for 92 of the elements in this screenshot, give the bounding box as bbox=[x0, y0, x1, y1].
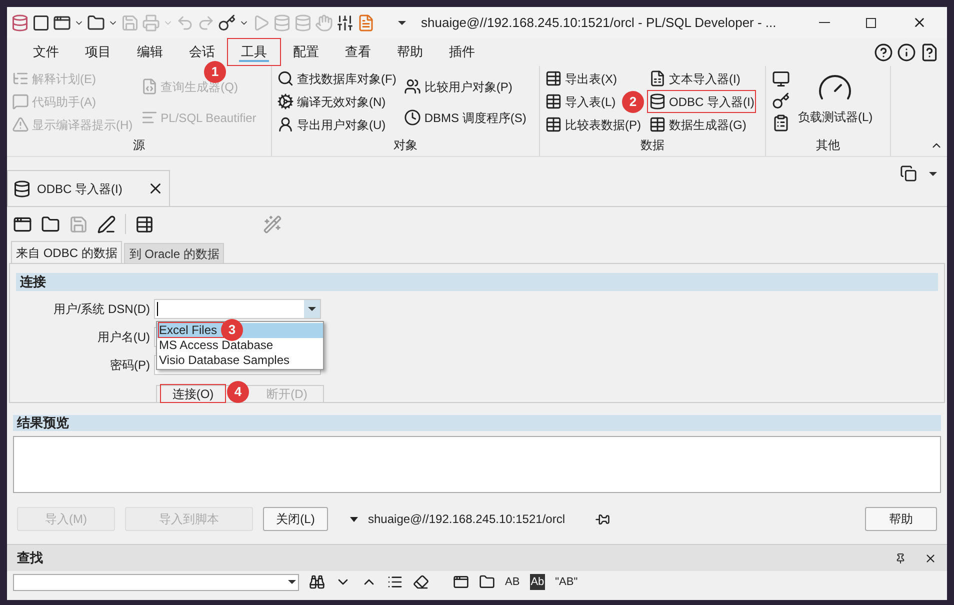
dropdown-option[interactable]: Visio Database Samples bbox=[157, 353, 323, 368]
context-help-icon[interactable] bbox=[920, 42, 939, 62]
menu-item[interactable]: 插件 bbox=[436, 39, 488, 65]
window-icon[interactable] bbox=[453, 574, 469, 590]
section-title: 结果预览 bbox=[17, 414, 69, 432]
panel-title: 查找 bbox=[17, 549, 43, 568]
caret-icon[interactable] bbox=[398, 20, 406, 24]
group-label: 其他 bbox=[815, 137, 841, 154]
chat-icon bbox=[12, 93, 29, 110]
option-toggle[interactable]: "AB" bbox=[555, 574, 578, 590]
text-align-icon bbox=[140, 109, 158, 126]
ribbon-button[interactable]: 比较表数据(P) bbox=[544, 114, 642, 135]
code-file-icon bbox=[140, 78, 158, 95]
table-icon bbox=[545, 70, 562, 87]
field-label: 密码(P) bbox=[109, 357, 151, 374]
help-icon[interactable] bbox=[874, 42, 893, 62]
ribbon-button[interactable]: 导入表(L) bbox=[544, 91, 617, 112]
table-icon bbox=[545, 116, 562, 133]
menu-item[interactable]: 帮助 bbox=[384, 39, 436, 65]
users-icon bbox=[404, 78, 422, 95]
group-label: 源 bbox=[132, 137, 146, 154]
key-icon[interactable] bbox=[772, 92, 790, 110]
database-icon bbox=[649, 93, 666, 110]
connection-label: shuaige@//192.168.245.10:1521/orcl bbox=[368, 511, 565, 528]
warning-icon bbox=[12, 116, 29, 133]
window-title: shuaige@//192.168.245.10:1521/orcl - PL/SQL Developer - ... bbox=[421, 14, 776, 32]
database-icon bbox=[13, 180, 31, 198]
gear-icon bbox=[277, 93, 294, 110]
menu-item[interactable]: 项目 bbox=[72, 39, 124, 65]
ribbon-button[interactable]: ODBC 导入器(I) bbox=[648, 91, 756, 112]
connect-button[interactable]: 连接(O) bbox=[161, 385, 225, 402]
folder-icon[interactable] bbox=[41, 214, 60, 234]
find-icon[interactable] bbox=[309, 574, 325, 590]
save-as-icon[interactable] bbox=[97, 214, 116, 234]
list-icon[interactable] bbox=[387, 574, 403, 590]
ribbon-button[interactable]: 编译无效对象(N) bbox=[276, 91, 387, 112]
step-number-marker: 4 bbox=[227, 381, 249, 403]
caret-icon[interactable] bbox=[350, 516, 358, 522]
dropdown-option[interactable]: MS Access Database bbox=[157, 338, 323, 353]
list-icon bbox=[12, 70, 29, 87]
eraser-icon[interactable] bbox=[413, 574, 429, 590]
folder-icon[interactable] bbox=[479, 574, 495, 590]
close-icon[interactable] bbox=[924, 552, 937, 564]
field-label: 用户/系统 DSN(D) bbox=[52, 301, 151, 318]
spreadsheet-icon bbox=[649, 70, 666, 87]
step-number-marker: 3 bbox=[221, 319, 243, 341]
menu-item[interactable]: 配置 bbox=[280, 39, 332, 65]
load-tester-button[interactable]: 负载测试器(L) bbox=[798, 68, 873, 136]
clipboard-icon[interactable] bbox=[772, 114, 790, 132]
key-icon[interactable] bbox=[218, 14, 236, 32]
ribbon-button[interactable]: DBMS 调度程序(S) bbox=[403, 107, 528, 128]
ribbon-button[interactable]: 文本导入器(I) bbox=[648, 68, 742, 89]
group-label: 对象 bbox=[392, 137, 418, 154]
help-button[interactable]: 帮助 bbox=[865, 507, 937, 531]
pin-icon[interactable] bbox=[895, 552, 906, 564]
tab[interactable]: 到 Oracle 的数据 bbox=[124, 243, 224, 263]
tab[interactable]: 来自 ODBC 的数据 bbox=[11, 241, 122, 263]
app-logo-icon bbox=[11, 14, 29, 32]
action-button[interactable]: 关闭(L) bbox=[263, 507, 328, 531]
close-icon[interactable] bbox=[912, 15, 927, 30]
group-label: 数据 bbox=[640, 137, 666, 154]
option-toggle[interactable]: AB bbox=[505, 574, 520, 590]
table-icon bbox=[545, 93, 562, 110]
step-number-marker: 1 bbox=[204, 61, 226, 83]
document-tab[interactable]: ODBC 导入器(I) bbox=[7, 170, 170, 206]
pin-icon[interactable] bbox=[595, 512, 610, 526]
ribbon-button[interactable]: 查找数据库对象(F) bbox=[276, 68, 398, 89]
step-number-marker: 2 bbox=[622, 91, 644, 113]
menu-item[interactable]: 工具 bbox=[228, 39, 280, 65]
option-toggle[interactable]: Ab bbox=[530, 574, 546, 590]
menu-item[interactable]: 编辑 bbox=[124, 39, 176, 65]
menu-item[interactable]: 文件 bbox=[20, 39, 72, 65]
info-icon[interactable] bbox=[897, 42, 916, 62]
maximize-icon[interactable] bbox=[866, 18, 876, 28]
field-label: 用户名(U) bbox=[96, 329, 151, 346]
folder-icon[interactable] bbox=[87, 14, 105, 32]
windows-icon[interactable] bbox=[900, 165, 917, 182]
search-field[interactable] bbox=[13, 574, 299, 590]
caret-icon[interactable] bbox=[929, 172, 937, 176]
table-icon bbox=[649, 116, 666, 133]
user-icon bbox=[277, 116, 294, 133]
search-icon bbox=[277, 70, 294, 87]
menu-item[interactable]: 查看 bbox=[332, 39, 384, 65]
sliders-icon[interactable] bbox=[336, 14, 354, 32]
clock-icon bbox=[404, 109, 422, 126]
section-title: 连接 bbox=[20, 273, 46, 292]
ribbon-button[interactable]: 导出表(X) bbox=[544, 68, 618, 89]
tab-label: ODBC 导入器(I) bbox=[37, 180, 122, 198]
new-window-icon[interactable] bbox=[32, 14, 50, 32]
ribbon-button[interactable]: 数据生成器(G) bbox=[648, 114, 748, 135]
ribbon-button[interactable]: 比较用户对象(P) bbox=[403, 76, 514, 97]
ribbon-button[interactable]: 导出用户对象(U) bbox=[276, 114, 387, 135]
